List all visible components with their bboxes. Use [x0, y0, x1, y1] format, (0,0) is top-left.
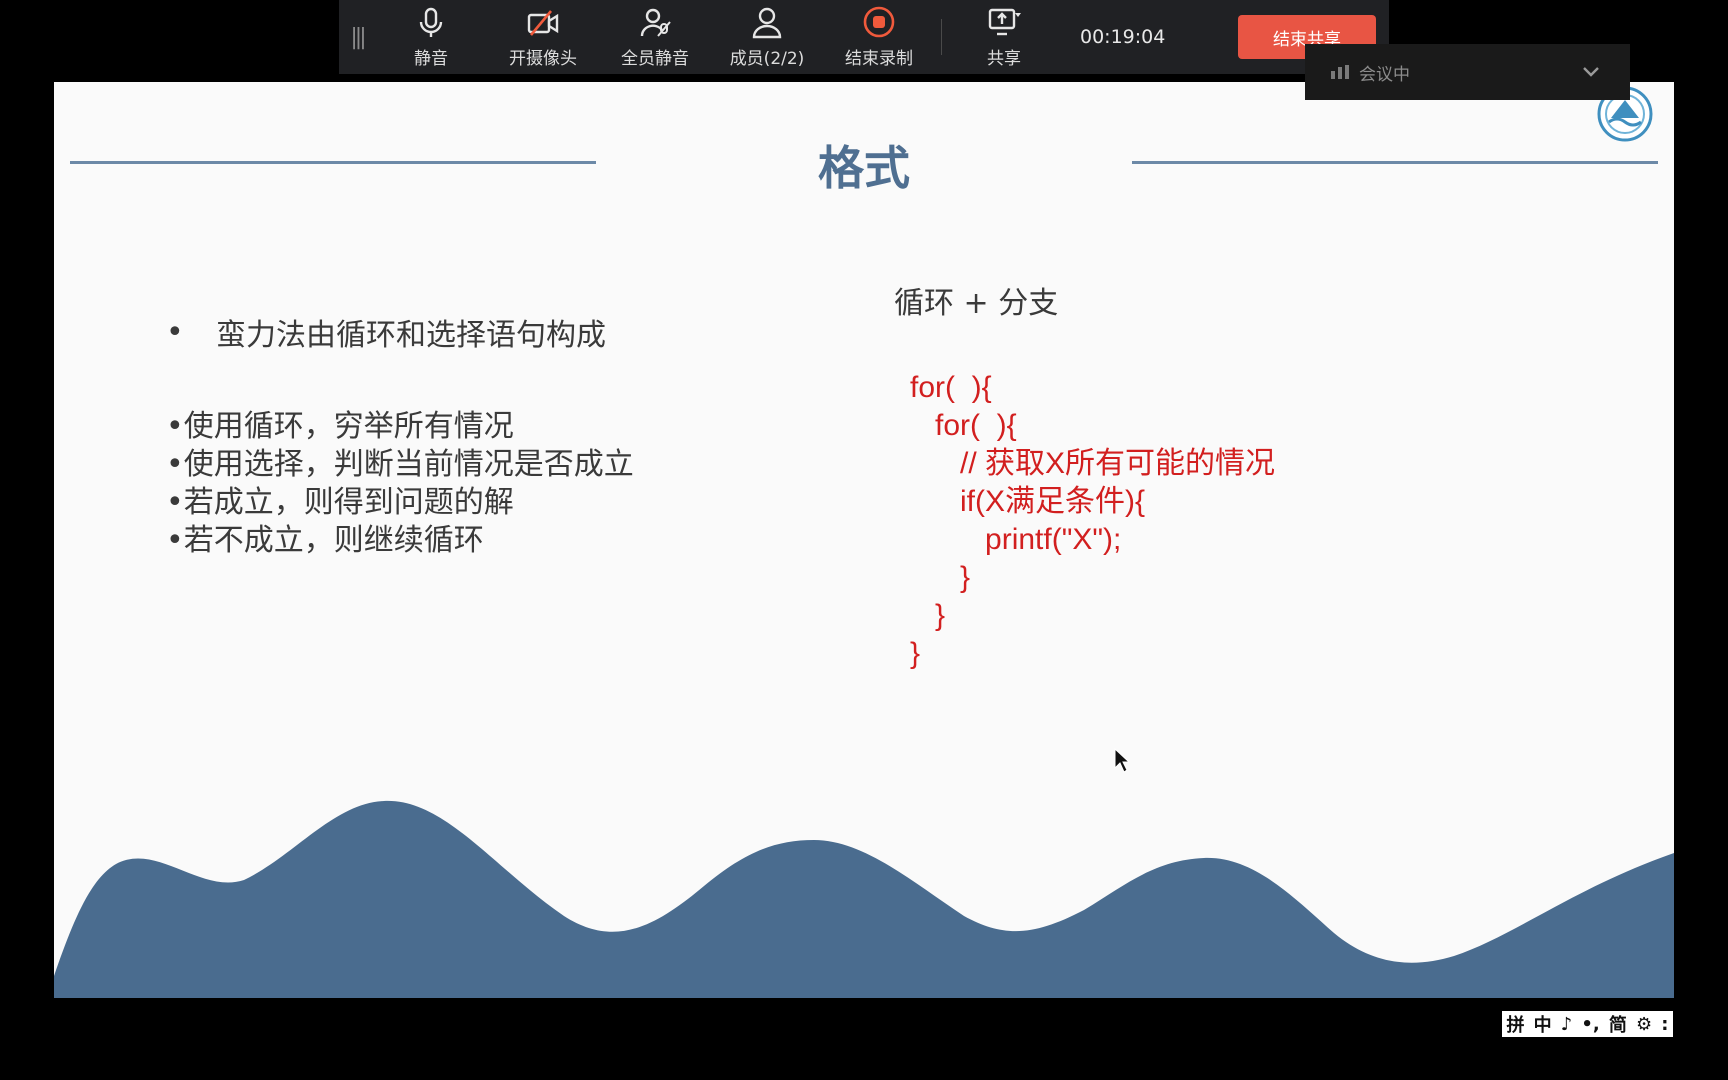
ime-moon-icon[interactable]: ♪ [1561, 1014, 1573, 1035]
meeting-status-dropdown[interactable]: 会议中 [1305, 44, 1630, 100]
share-label: 共享 [987, 48, 1021, 69]
list-item: 若不成立，则继续循环 [166, 522, 634, 560]
code-line: } [910, 637, 921, 670]
mute-label: 静音 [414, 48, 448, 69]
toolbar-drag-handle[interactable]: ||| [339, 0, 375, 74]
right-heading: 循环 + 分支 [894, 286, 1059, 321]
ime-simplified-mode[interactable]: 简 [1609, 1011, 1627, 1037]
slide-title: 格式 [818, 141, 910, 195]
left-column: • 蛮力法由循环和选择语句构成 使用循环，穷举所有情况 使用选择，判断当前情况是… [166, 310, 634, 560]
lead-point: • 蛮力法由循环和选择语句构成 [166, 310, 634, 354]
shared-slide: 格式 • 蛮力法由循环和选择语句构成 使用循环，穷举所有情况 使用选择，判断当前… [54, 82, 1674, 998]
wave-decoration [54, 800, 1674, 998]
code-block: for( ){ for( ){ // 获取X所有可能的情况 if(X满足条件){… [910, 369, 1275, 673]
members-button[interactable]: 成员(2/2) [711, 0, 823, 74]
ime-chinese-mode[interactable]: 中 [1534, 1011, 1552, 1037]
record-icon [863, 6, 895, 37]
signal-icon [1331, 65, 1349, 79]
meeting-toolbar: ||| 静音 开摄像头 全员静音 成员(2/2) 结束录制 共享 00:19:0… [339, 0, 1389, 74]
chevron-down-icon [1583, 67, 1599, 77]
ime-more-icon[interactable]: : [1661, 1014, 1668, 1035]
camera-off-icon [527, 9, 559, 36]
mouse-pointer-icon [1114, 748, 1130, 773]
code-line: for( ){ [910, 371, 992, 404]
mute-all-label: 全员静音 [621, 48, 689, 69]
end-recording-label: 结束录制 [845, 48, 913, 69]
members-icon [752, 7, 782, 38]
end-recording-button[interactable]: 结束录制 [823, 0, 935, 74]
meeting-status-text: 会议中 [1359, 64, 1410, 85]
ime-toolbar: 拼 中 ♪ •, 简 ⚙ : [1502, 1011, 1673, 1037]
code-line: // 获取X所有可能的情况 [910, 447, 1276, 480]
ime-punctuation-icon[interactable]: •, [1581, 1014, 1599, 1035]
share-button[interactable]: 共享 [948, 0, 1060, 74]
list-item: 使用选择，判断当前情况是否成立 [166, 446, 634, 484]
list-item: 若成立，则得到问题的解 [166, 484, 634, 522]
code-line: for( ){ [910, 409, 1017, 442]
mute-all-icon [640, 8, 671, 37]
ime-pinyin-icon[interactable]: 拼 [1507, 1011, 1525, 1037]
share-screen-icon [988, 8, 1021, 35]
code-line: } [910, 599, 946, 632]
code-line: } [910, 561, 971, 594]
code-line: printf("X"); [910, 523, 1122, 556]
list-item: 使用循环，穷举所有情况 [166, 408, 634, 446]
bullet: • [166, 314, 184, 350]
camera-button[interactable]: 开摄像头 [487, 0, 599, 74]
lead-text: 蛮力法由循环和选择语句构成 [216, 318, 606, 353]
point-list: 使用循环，穷举所有情况 使用选择，判断当前情况是否成立 若成立，则得到问题的解 … [166, 408, 634, 560]
microphone-icon [419, 7, 443, 37]
code-line: if(X满足条件){ [910, 485, 1146, 518]
mute-button[interactable]: 静音 [375, 0, 487, 74]
ime-settings-icon[interactable]: ⚙ [1636, 1014, 1652, 1035]
meeting-timer: 00:19:04 [1080, 26, 1166, 48]
mute-all-button[interactable]: 全员静音 [599, 0, 711, 74]
camera-label: 开摄像头 [509, 48, 577, 69]
toolbar-divider [941, 19, 942, 55]
members-label: 成员(2/2) [729, 48, 805, 69]
